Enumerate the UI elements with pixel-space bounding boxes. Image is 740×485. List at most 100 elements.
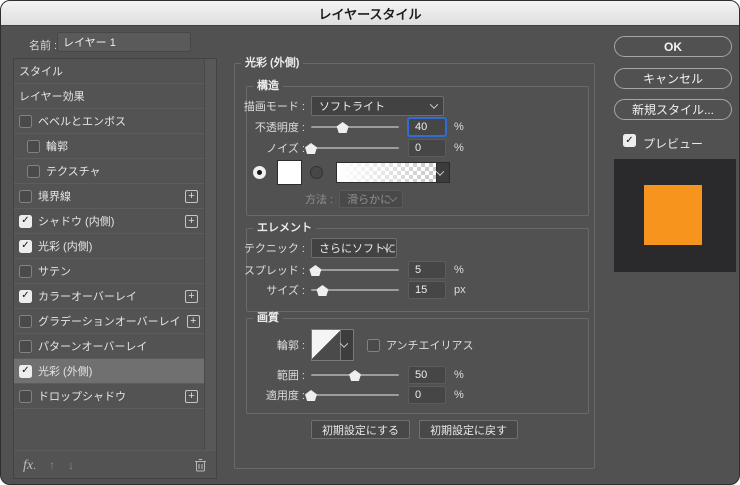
jitter-slider[interactable] xyxy=(311,388,399,402)
sidebar-item-outer-glow[interactable]: 光彩 (外側) + xyxy=(14,359,204,384)
glow-source-row xyxy=(249,160,580,185)
outer-glow-panel: 光彩 (外側) 構造 描画モード : ソフトライト 不透明度 : 40 % xyxy=(234,63,595,469)
chevron-down-icon xyxy=(430,100,438,108)
dialog-title: レイヤースタイル xyxy=(319,4,422,23)
name-label: 名前 : xyxy=(29,37,57,53)
sidebar-item-layer-effects[interactable]: レイヤー効果 + xyxy=(14,84,204,109)
slider-handle[interactable] xyxy=(309,265,322,276)
default-buttons-row: 初期設定にする 初期設定に戻す xyxy=(235,420,594,439)
item-checkbox[interactable] xyxy=(19,190,32,203)
quality-group-title: 画質 xyxy=(253,312,283,325)
contour-thumbnail xyxy=(311,329,341,361)
item-checkbox[interactable] xyxy=(19,390,32,403)
move-effect-up-icon[interactable]: ↑ xyxy=(49,458,55,472)
contour-row: 輪郭 : アンチエイリアス xyxy=(249,329,580,361)
sidebar-item-gradient-overlay[interactable]: グラデーションオーバーレイ + xyxy=(14,309,204,334)
ok-button[interactable]: OK xyxy=(614,36,732,57)
styles-sidebar: スタイル + レイヤー効果 + ベベルとエンボス + 輪郭 + テクスチャ xyxy=(13,58,217,479)
move-effect-down-icon[interactable]: ↓ xyxy=(68,458,74,472)
styles-list: スタイル + レイヤー効果 + ベベルとエンボス + 輪郭 + テクスチャ xyxy=(14,59,204,450)
opacity-slider[interactable] xyxy=(311,120,399,134)
jitter-input[interactable]: 0 xyxy=(408,386,446,404)
add-effect-icon[interactable]: + xyxy=(185,190,198,203)
method-select: 滑らかに xyxy=(339,190,403,208)
item-checkbox[interactable] xyxy=(27,140,40,153)
color-radio[interactable] xyxy=(253,166,266,179)
gradient-radio[interactable] xyxy=(310,166,323,179)
technique-select[interactable]: さらにソフトに xyxy=(311,238,397,258)
noise-input[interactable]: 0 xyxy=(408,139,446,157)
slider-handle[interactable] xyxy=(349,370,362,381)
add-effect-icon[interactable]: + xyxy=(187,315,200,328)
layer-name-input[interactable] xyxy=(57,32,191,52)
item-checkbox[interactable] xyxy=(19,365,32,378)
cancel-button[interactable]: キャンセル xyxy=(614,68,732,89)
item-checkbox[interactable] xyxy=(19,340,32,353)
sidebar-item-pattern-overlay[interactable]: パターンオーバーレイ + xyxy=(14,334,204,359)
dialog-titlebar: レイヤースタイル xyxy=(1,1,739,26)
size-input[interactable]: 15 xyxy=(408,281,446,299)
opacity-row: 不透明度 : 40 % xyxy=(249,118,580,136)
item-checkbox[interactable] xyxy=(27,165,40,178)
sidebar-scrollbar[interactable] xyxy=(204,59,216,450)
antialias-checkbox[interactable] xyxy=(367,339,380,352)
size-row: サイズ : 15 px xyxy=(249,281,580,299)
slider-handle[interactable] xyxy=(305,143,318,154)
add-effect-icon[interactable]: + xyxy=(185,390,198,403)
structure-group-title: 構造 xyxy=(253,80,283,93)
blend-mode-select[interactable]: ソフトライト xyxy=(311,96,444,116)
slider-handle[interactable] xyxy=(336,122,349,133)
sidebar-item-inner-glow[interactable]: 光彩 (内側) + xyxy=(14,234,204,259)
sidebar-item-inner-shadow[interactable]: シャドウ (内側) + xyxy=(14,209,204,234)
item-checkbox[interactable] xyxy=(19,215,32,228)
size-slider[interactable] xyxy=(311,283,399,297)
noise-row: ノイズ : 0 % xyxy=(249,139,580,157)
method-row: 方法 : 滑らかに xyxy=(249,190,580,208)
item-checkbox[interactable] xyxy=(19,290,32,303)
spread-slider[interactable] xyxy=(311,263,399,277)
range-input[interactable]: 50 xyxy=(408,366,446,384)
item-checkbox[interactable] xyxy=(19,265,32,278)
sidebar-item-satin[interactable]: サテン + xyxy=(14,259,204,284)
sidebar-item-bevel-emboss[interactable]: ベベルとエンボス + xyxy=(14,109,204,134)
reset-default-button[interactable]: 初期設定に戻す xyxy=(419,420,518,439)
slider-handle[interactable] xyxy=(305,390,318,401)
sidebar-item-styles[interactable]: スタイル + xyxy=(14,59,204,84)
spread-row: スプレッド : 5 % xyxy=(249,261,580,279)
noise-slider[interactable] xyxy=(311,141,399,155)
item-checkbox[interactable] xyxy=(19,115,32,128)
item-checkbox[interactable] xyxy=(19,315,32,328)
structure-group: 構造 描画モード : ソフトライト 不透明度 : 40 % ノイズ : xyxy=(246,86,589,216)
make-default-button[interactable]: 初期設定にする xyxy=(311,420,410,439)
sidebar-footer: fx. ↑ ↓ xyxy=(14,450,216,478)
add-effect-icon[interactable]: + xyxy=(185,290,198,303)
sidebar-item-color-overlay[interactable]: カラーオーバーレイ + xyxy=(14,284,204,309)
preview-checkbox[interactable] xyxy=(623,134,636,147)
panel-title: 光彩 (外側) xyxy=(241,57,303,70)
glow-color-swatch[interactable] xyxy=(277,160,302,185)
delete-effect-icon[interactable] xyxy=(194,458,207,472)
preview-layer-square xyxy=(644,185,702,245)
fx-menu-button[interactable]: fx. xyxy=(23,456,36,474)
sidebar-item-stroke[interactable]: 境界線 + xyxy=(14,184,204,209)
preview-label: プレビュー xyxy=(643,135,703,152)
chevron-down-icon xyxy=(340,339,348,347)
spread-input[interactable]: 5 xyxy=(408,261,446,279)
opacity-input[interactable]: 40 xyxy=(408,118,446,136)
technique-row: テクニック : さらにソフトに xyxy=(249,238,580,258)
range-slider[interactable] xyxy=(311,368,399,382)
slider-handle[interactable] xyxy=(316,285,329,296)
sidebar-item-contour[interactable]: 輪郭 + xyxy=(14,134,204,159)
sidebar-item-drop-shadow[interactable]: ドロップシャドウ + xyxy=(14,384,204,409)
gradient-picker[interactable] xyxy=(336,162,450,183)
range-row: 範囲 : 50 % xyxy=(249,366,580,384)
chevron-down-icon xyxy=(436,167,444,175)
sidebar-item-texture[interactable]: テクスチャ + xyxy=(14,159,204,184)
item-checkbox[interactable] xyxy=(19,240,32,253)
contour-picker[interactable] xyxy=(311,329,354,361)
quality-group: 画質 輪郭 : アンチエイリアス 範囲 : 50 % xyxy=(246,318,589,414)
add-effect-icon[interactable]: + xyxy=(185,215,198,228)
new-style-button[interactable]: 新規スタイル... xyxy=(614,99,732,120)
elements-group-title: エレメント xyxy=(253,222,316,235)
blend-mode-row: 描画モード : ソフトライト xyxy=(249,96,580,116)
